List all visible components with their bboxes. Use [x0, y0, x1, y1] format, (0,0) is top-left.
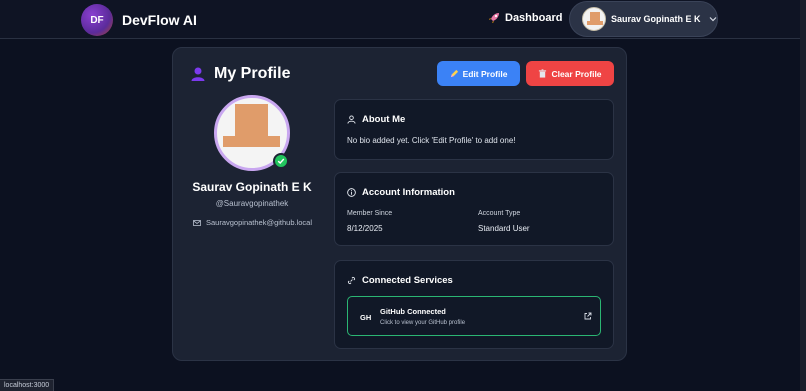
user-icon [191, 67, 205, 81]
avatar [582, 7, 606, 31]
check-icon [277, 158, 285, 164]
top-navbar: DF DevFlow AI Dashboard Saurav Gopinath … [0, 0, 806, 39]
status-bar-url: localhost:3000 [0, 379, 55, 391]
pencil-icon [450, 69, 458, 78]
page-title-text: My Profile [214, 65, 291, 82]
email-text: Sauravgopinathek@github.local [206, 218, 313, 227]
dashboard-label: Dashboard [505, 12, 563, 24]
chevron-down-icon [709, 17, 716, 22]
brand[interactable]: DF DevFlow AI [81, 4, 197, 36]
brand-name: DevFlow AI [122, 12, 197, 28]
member-since-value: 8/12/2025 [347, 224, 383, 233]
dashboard-link[interactable]: Dashboard [488, 12, 562, 24]
account-type-label: Account Type [478, 210, 521, 217]
user-menu[interactable]: Saurav Gopinath E K [569, 1, 718, 37]
rocket-icon [489, 13, 499, 23]
clear-profile-label: Clear Profile [551, 68, 602, 79]
verified-badge [273, 153, 289, 169]
brand-logo: DF [81, 4, 113, 36]
bio-text: No bio added yet. Click 'Edit Profile' t… [347, 136, 516, 145]
mail-icon [193, 219, 201, 226]
profile-email: Sauravgopinathek@github.local [193, 218, 312, 227]
services-heading: Connected Services [347, 275, 453, 286]
services-heading-text: Connected Services [362, 275, 453, 286]
trash-icon [539, 69, 547, 78]
edit-profile-label: Edit Profile [462, 68, 508, 79]
account-heading-text: Account Information [362, 187, 455, 198]
clear-profile-button[interactable]: Clear Profile [526, 61, 614, 86]
profile-name: Saurav Gopinath E K [192, 180, 312, 194]
about-heading: About Me [347, 114, 405, 125]
profile-handle: @Sauravgopinathek [215, 199, 289, 208]
user-icon [347, 115, 356, 124]
member-since-label: Member Since [347, 210, 393, 217]
about-heading-text: About Me [362, 114, 406, 125]
services-section: Connected Services GH GitHub Connected C… [334, 260, 614, 349]
scrollbar[interactable] [800, 0, 806, 391]
link-icon [347, 276, 356, 285]
github-title: GitHub Connected [380, 307, 446, 316]
external-link-icon[interactable] [584, 312, 592, 320]
page-title: My Profile [190, 65, 290, 83]
github-tag: GH [360, 313, 372, 322]
account-heading: Account Information [347, 187, 455, 198]
account-section: Account Information Member Since 8/12/20… [334, 172, 614, 246]
github-connection-card[interactable]: GH GitHub Connected Click to view your G… [347, 296, 601, 336]
account-type-value: Standard User [478, 224, 530, 233]
user-name: Saurav Gopinath E K [611, 14, 701, 24]
about-section: About Me No bio added yet. Click 'Edit P… [334, 99, 614, 160]
edit-profile-button[interactable]: Edit Profile [437, 61, 520, 86]
profile-card: My Profile Edit Profile Clear Profile Sa… [172, 47, 627, 361]
info-icon [347, 188, 356, 197]
github-subtitle: Click to view your GitHub profile [380, 320, 466, 326]
logo-initials: DF [90, 14, 104, 26]
